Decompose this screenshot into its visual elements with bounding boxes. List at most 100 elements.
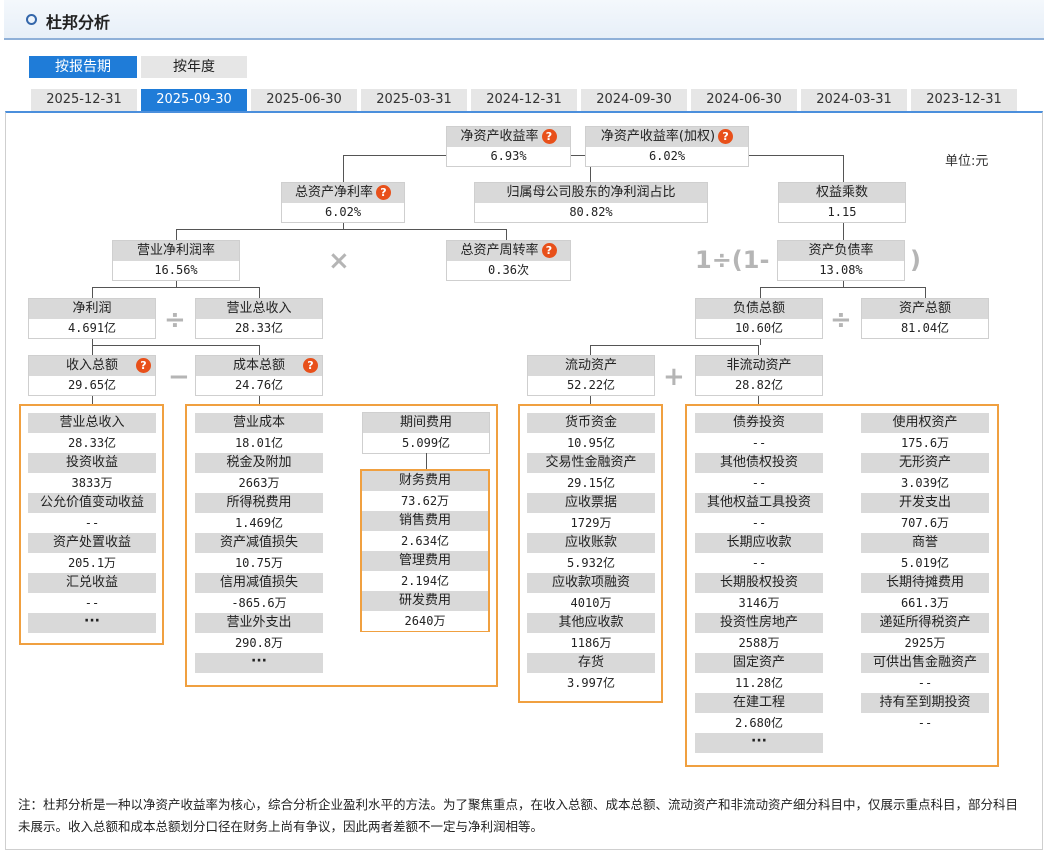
item-label: 税金及附加 [195, 453, 323, 473]
item-value: 13.08% [778, 261, 904, 280]
item-label: 所得税费用 [195, 493, 323, 513]
item-value: 10.75万 [195, 553, 323, 573]
item-value: 18.01亿 [195, 433, 323, 453]
more-icon: ··· [195, 653, 323, 673]
item-value: 28.33亿 [196, 319, 322, 338]
list-item: 信用减值损失 -865.6万 [195, 573, 323, 613]
help-icon[interactable]: ? [136, 358, 151, 373]
item-value: 2588万 [695, 633, 823, 653]
item-label: 研发费用 [362, 591, 488, 611]
footnote: 注：杜邦分析是一种以净资产收益率为核心，综合分析企业盈利水平的方法。为了聚焦重点… [18, 797, 1019, 834]
item-value: 3146万 [695, 593, 823, 613]
item-value: 3833万 [28, 473, 156, 493]
cost-total-node: 成本总额? 24.76亿 [195, 355, 323, 396]
item-value: 29.65亿 [29, 376, 155, 395]
item-value: 6.02% [586, 147, 748, 166]
expense-item-list: 财务费用 73.62万 销售费用 2.634亿 管理费用 2.194亿 研发费用 264… [362, 471, 488, 631]
item-label: 汇兑收益 [28, 573, 156, 593]
list-item: 应收款项融资 4010万 [527, 573, 655, 613]
date-tab[interactable]: 2025-06-30 [251, 89, 357, 111]
item-label: 净资产收益率? [447, 127, 570, 147]
list-item: 营业总收入 28.33亿 [28, 413, 156, 453]
item-label: 应收票据 [527, 493, 655, 513]
item-value: -- [695, 513, 823, 533]
item-value: -- [861, 713, 989, 733]
list-item: 营业成本 18.01亿 [195, 413, 323, 453]
list-item: 营业外支出 290.8万 [195, 613, 323, 653]
help-icon[interactable]: ? [718, 129, 734, 144]
list-item: 公允价值变动收益 -- [28, 493, 156, 533]
list-item: 无形资产 3.039亿 [861, 453, 989, 493]
list-item: 所得税费用 1.469亿 [195, 493, 323, 533]
list-item: 汇兑收益 -- [28, 573, 156, 613]
item-label: 成本总额? [196, 356, 322, 376]
date-tab[interactable]: 2023-12-31 [911, 89, 1017, 111]
circle-bullet-icon [26, 14, 37, 25]
item-label: 总资产周转率? [447, 241, 570, 261]
item-label: 长期待摊费用 [861, 573, 989, 593]
list-item: 商誉 5.019亿 [861, 533, 989, 573]
net-profit-node: 净利润 4.691亿 [28, 298, 156, 339]
tab-by-year[interactable]: 按年度 [141, 56, 247, 78]
item-value: 6.93% [447, 147, 570, 166]
item-value: 3.997亿 [527, 673, 655, 693]
close-paren-operator: ) [910, 246, 921, 274]
item-value: 6.02% [282, 203, 404, 222]
item-label: 其他债权投资 [695, 453, 823, 473]
current-asset-item-list: 货币资金 10.95亿 交易性金融资产 29.15亿 应收票据 1729万 应收账款 5… [527, 413, 655, 693]
item-value: 28.33亿 [28, 433, 156, 453]
item-value: 2925万 [861, 633, 989, 653]
item-label: 净利润 [29, 299, 155, 319]
list-item: 开发支出 707.6万 [861, 493, 989, 533]
help-icon[interactable]: ? [303, 358, 318, 373]
item-value: 1729万 [527, 513, 655, 533]
list-item: 财务费用 73.62万 [362, 471, 488, 511]
equity-multiplier-node: 权益乘数 1.15 [778, 182, 906, 223]
item-label: 持有至到期投资 [861, 693, 989, 713]
date-tab[interactable]: 2025-03-31 [361, 89, 467, 111]
list-item: 税金及附加 2663万 [195, 453, 323, 493]
item-value: -- [28, 593, 156, 613]
item-value: -- [695, 433, 823, 453]
item-value: -- [695, 553, 823, 573]
item-value: 2.634亿 [362, 531, 488, 551]
item-label: 其他应收款 [527, 613, 655, 633]
list-item: 使用权资产 175.6万 [861, 413, 989, 453]
date-tab[interactable]: 2025-12-31 [31, 89, 137, 111]
item-label: 投资收益 [28, 453, 156, 473]
help-icon[interactable]: ? [541, 129, 557, 144]
date-tab[interactable]: 2024-12-31 [471, 89, 577, 111]
list-item: 投资性房地产 2588万 [695, 613, 823, 653]
item-label: 固定资产 [695, 653, 823, 673]
list-item: 管理费用 2.194亿 [362, 551, 488, 591]
item-label: 投资性房地产 [695, 613, 823, 633]
divide-operator: ÷ [164, 305, 186, 335]
date-tab[interactable]: 2025-09-30 [141, 89, 247, 111]
item-label: 长期股权投资 [695, 573, 823, 593]
list-item: 货币资金 10.95亿 [527, 413, 655, 453]
parent-profit-ratio-node: 归属母公司股东的净利润占比 80.82% [474, 182, 708, 223]
noncurrent-asset-item-list-b: 使用权资产 175.6万 无形资产 3.039亿 开发支出 707.6万 商誉 5.01… [861, 413, 989, 733]
item-label: 销售费用 [362, 511, 488, 531]
item-value: 205.1万 [28, 553, 156, 573]
noncurrent-asset-item-list-a: 债券投资 -- 其他债权投资 -- 其他权益工具投资 -- 长期应收款 -- 长期股权投… [695, 413, 823, 753]
help-icon[interactable]: ? [541, 243, 557, 258]
item-label: 流动资产 [528, 356, 654, 376]
item-value: 290.8万 [195, 633, 323, 653]
item-label: 递延所得税资产 [861, 613, 989, 633]
item-label: 应收款项融资 [527, 573, 655, 593]
item-value: 73.62万 [362, 491, 488, 511]
tab-by-report-period[interactable]: 按报告期 [29, 56, 137, 78]
date-tab[interactable]: 2024-09-30 [581, 89, 687, 111]
one-divided-operator: 1÷(1- [695, 246, 770, 274]
list-item: 其他应收款 1186万 [527, 613, 655, 653]
date-tab[interactable]: 2024-03-31 [801, 89, 907, 111]
noncurrent-assets-node: 非流动资产 28.82亿 [695, 355, 823, 396]
item-label: 管理费用 [362, 551, 488, 571]
item-value: 80.82% [475, 203, 707, 222]
item-label: 总资产净利率? [282, 183, 404, 203]
list-item: 存货 3.997亿 [527, 653, 655, 693]
item-label: 货币资金 [527, 413, 655, 433]
date-tab[interactable]: 2024-06-30 [691, 89, 797, 111]
help-icon[interactable]: ? [376, 185, 391, 200]
